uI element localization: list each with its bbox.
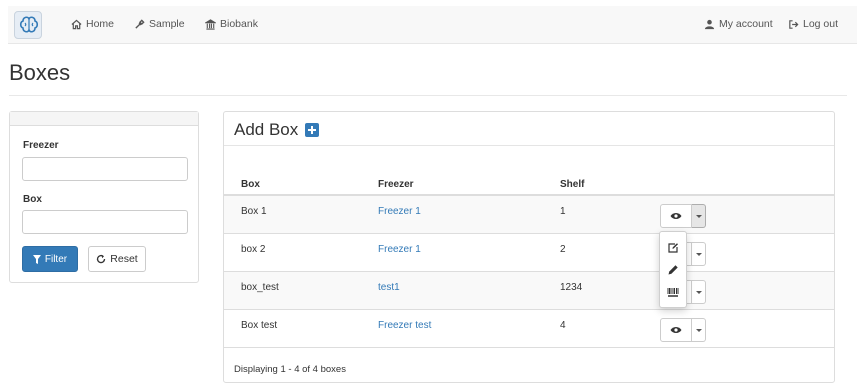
actions-dropdown-toggle[interactable]	[692, 280, 706, 304]
row-actions-dropdown-menu	[659, 231, 687, 308]
building-icon	[205, 18, 216, 30]
shelf-cell: 2	[560, 244, 566, 255]
box-name-cell: Box test	[241, 320, 278, 331]
barcode-icon	[667, 288, 679, 297]
pencil-icon	[668, 265, 678, 275]
filter-panel-heading	[10, 112, 198, 126]
nav-sample-label: Sample	[149, 18, 185, 30]
nav-my-account-link[interactable]: My account	[704, 18, 773, 30]
filter-button-label: Filter	[44, 253, 68, 265]
dropdown-barcode-item[interactable]	[660, 282, 686, 302]
nav-home-label: Home	[86, 18, 115, 30]
freezer-filter-input[interactable]	[22, 157, 188, 181]
funnel-icon	[32, 254, 41, 264]
column-header-box[interactable]: Box	[241, 179, 260, 190]
dropdown-edit-item[interactable]	[660, 238, 686, 258]
boxes-panel: Add Box Box Freezer Shelf Box 1 Freezer …	[223, 111, 835, 383]
dropdown-pencil-item[interactable]	[660, 260, 686, 280]
home-icon	[71, 19, 82, 29]
eye-icon	[670, 327, 682, 333]
nav-biobank-label: Biobank	[220, 18, 258, 30]
column-header-freezer[interactable]: Freezer	[378, 179, 414, 190]
boxes-panel-heading: Add Box	[224, 112, 834, 146]
column-header-shelf[interactable]: Shelf	[560, 179, 584, 190]
nav-home-link[interactable]: Home	[71, 18, 114, 30]
shelf-cell: 1234	[560, 282, 583, 293]
navbar: Home Sample Biobank My account Log out	[8, 6, 857, 44]
reset-button-label: Reset	[110, 253, 138, 265]
nav-log-out-label: Log out	[803, 18, 839, 30]
filter-button[interactable]: Filter	[22, 246, 78, 272]
add-box-title: Add Box	[234, 120, 320, 140]
filter-panel: Freezer Box Filter Reset	[9, 111, 199, 283]
freezer-link[interactable]: Freezer 1	[378, 244, 421, 255]
nav-biobank-link[interactable]: Biobank	[205, 18, 258, 30]
logout-icon	[789, 19, 799, 29]
actions-dropdown-toggle[interactable]	[692, 242, 706, 266]
row-actions	[660, 318, 706, 342]
caret-down-icon	[695, 214, 702, 218]
freezer-filter-label: Freezer	[23, 140, 59, 151]
nav-log-out-link[interactable]: Log out	[788, 18, 838, 30]
page-title: Boxes	[9, 60, 71, 85]
caret-down-icon	[695, 328, 702, 332]
freezer-link[interactable]: Freezer test	[378, 320, 431, 331]
shelf-cell: 1	[560, 206, 566, 217]
actions-dropdown-toggle[interactable]	[692, 318, 706, 342]
eyedropper-icon	[135, 18, 145, 29]
shelf-cell: 4	[560, 320, 566, 331]
actions-dropdown-toggle[interactable]	[692, 204, 706, 228]
view-button[interactable]	[660, 204, 692, 228]
header-divider	[9, 95, 847, 96]
row-actions	[660, 204, 706, 228]
table-row: box_test test1 1234	[224, 272, 834, 310]
pagination-summary: Displaying 1 - 4 of 4 boxes	[234, 364, 346, 375]
brain-logo-icon[interactable]	[14, 11, 42, 39]
box-name-cell: Box 1	[241, 206, 267, 217]
freezer-link[interactable]: Freezer 1	[378, 206, 421, 217]
table-row: box 2 Freezer 1 2	[224, 234, 834, 272]
freezer-link[interactable]: test1	[378, 282, 400, 293]
box-filter-label: Box	[23, 194, 42, 205]
refresh-icon	[97, 254, 106, 264]
caret-down-icon	[695, 252, 702, 256]
box-name-cell: box 2	[241, 244, 266, 255]
box-filter-input[interactable]	[22, 210, 188, 234]
reset-button[interactable]: Reset	[88, 246, 146, 272]
table-row: Box 1 Freezer 1 1	[224, 196, 834, 234]
table-row: Box test Freezer test 4	[224, 310, 834, 348]
box-name-cell: box_test	[241, 282, 279, 293]
user-icon	[704, 19, 715, 29]
edit-icon	[668, 243, 678, 253]
add-box-label: Add Box	[234, 120, 299, 139]
view-button[interactable]	[660, 318, 692, 342]
caret-down-icon	[695, 290, 702, 294]
nav-sample-link[interactable]: Sample	[134, 18, 185, 30]
nav-my-account-label: My account	[719, 18, 773, 30]
eye-icon	[670, 213, 682, 219]
add-box-plus-icon[interactable]	[305, 123, 320, 137]
